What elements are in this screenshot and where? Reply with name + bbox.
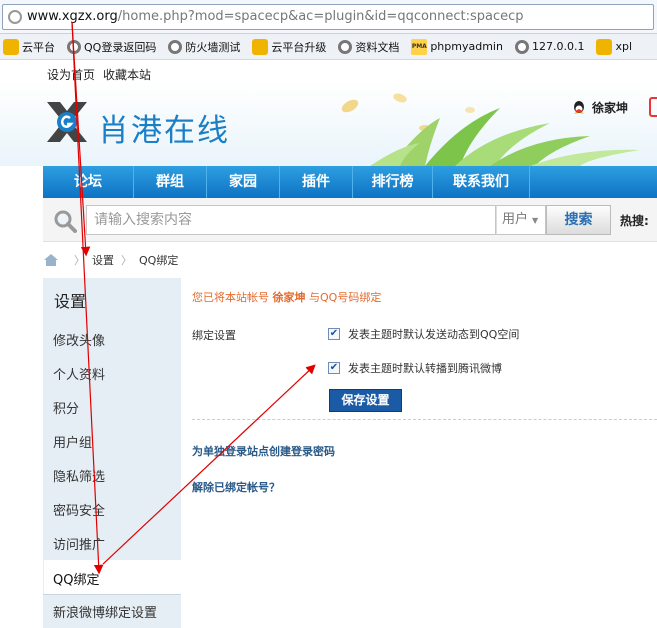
- bookmark-item[interactable]: QQ登录返回码: [67, 39, 156, 55]
- url-domain: www.xgzx.org: [27, 9, 118, 24]
- bookmark-item[interactable]: 云平台升级: [252, 38, 327, 55]
- bookmark-item[interactable]: 127.0.0.1: [514, 39, 585, 54]
- bind-prefix: 您已将本站帐号: [192, 291, 269, 304]
- globe-icon: [514, 39, 529, 54]
- folder-icon: [252, 38, 269, 55]
- nav-item-groups[interactable]: 群组: [134, 166, 207, 198]
- search-type-value: 用户: [502, 212, 529, 227]
- sidebar-item-privacy[interactable]: 隐私筛选: [53, 466, 105, 485]
- url-field[interactable]: www.xgzx.org/home.php?mod=spacecp&ac=plu…: [2, 4, 654, 30]
- breadcrumb-settings[interactable]: 设置: [92, 252, 114, 268]
- bookmark-site-link[interactable]: 收藏本站: [103, 68, 151, 82]
- qzone-checkbox[interactable]: ✔: [328, 328, 340, 340]
- folder-icon: [596, 38, 613, 55]
- globe-icon: [67, 39, 81, 54]
- url-path: /home.php?mod=spacecp&ac=plugin&id=qqcon…: [117, 9, 524, 24]
- breadcrumb: 〉 设置 〉 QQ绑定: [43, 250, 178, 270]
- main-nav: 论坛 群组 家园 插件 排行榜 联系我们: [43, 166, 657, 198]
- notification-icon[interactable]: [649, 97, 657, 117]
- bookmark-item[interactable]: PMA phpmyadmin: [411, 38, 503, 55]
- globe-icon: [338, 39, 353, 54]
- search-button[interactable]: 搜索: [546, 205, 611, 235]
- top-links: 设为首页 收藏本站: [47, 66, 159, 83]
- bookmarks-bar: 云平台 QQ登录返回码 防火墙测试 云平台升级 资料文档 PMA phpmyadm…: [0, 34, 657, 60]
- sidebar-item-promotion[interactable]: 访问推广: [53, 534, 105, 553]
- hot-search-label: 热搜:: [620, 214, 649, 228]
- qzone-checkbox-label: 发表主题时默认发送动态到QQ空间: [348, 328, 520, 341]
- qq-penguin-icon: [574, 101, 584, 114]
- bookmark-item[interactable]: xpl: [596, 38, 633, 55]
- breadcrumb-separator-icon: 〉: [74, 254, 85, 267]
- sidebar-title: 设置: [54, 292, 87, 311]
- home-icon[interactable]: [43, 254, 59, 266]
- logo-icon: [47, 102, 87, 142]
- breadcrumb-separator-icon: 〉: [121, 254, 132, 267]
- bookmark-item[interactable]: 资料文档: [338, 39, 399, 55]
- url-text: www.xgzx.org/home.php?mod=spacecp&ac=plu…: [27, 9, 524, 24]
- weibo-checkbox-label: 发表主题时默认转播到腾讯微博: [348, 362, 502, 375]
- search-input[interactable]: 请输入搜索内容: [86, 205, 496, 235]
- bind-settings-label: 绑定设置: [192, 329, 236, 342]
- save-settings-button[interactable]: 保存设置: [329, 389, 402, 412]
- bind-status-text: 您已将本站帐号 徐家坤 与QQ号码绑定: [192, 289, 381, 305]
- bind-suffix: 与QQ号码绑定: [309, 291, 382, 304]
- nav-item-home[interactable]: 家园: [207, 166, 280, 198]
- content-divider: [192, 419, 657, 420]
- nav-item-plugins[interactable]: 插件: [280, 166, 353, 198]
- create-password-link[interactable]: 为单独登录站点创建登录密码: [192, 443, 335, 459]
- sidebar-item-sina-weibo[interactable]: 新浪微博绑定设置: [53, 602, 157, 621]
- bookmark-item[interactable]: 云平台: [3, 38, 55, 55]
- bookmark-label: xpl: [615, 40, 633, 53]
- globe-icon: [168, 39, 183, 54]
- sidebar-item-avatar[interactable]: 修改头像: [53, 330, 105, 349]
- nav-item-contact[interactable]: 联系我们: [433, 166, 530, 198]
- user-name[interactable]: 徐家坤: [592, 99, 628, 116]
- sidebar-item-credits[interactable]: 积分: [53, 398, 79, 417]
- bookmark-label: phpmyadmin: [430, 40, 503, 53]
- bookmark-label: 127.0.0.1: [531, 40, 585, 53]
- bookmark-label: QQ登录返回码: [84, 40, 157, 54]
- bind-username: 徐家坤: [272, 291, 306, 304]
- sidebar-item-qq-bind[interactable]: QQ绑定: [53, 569, 99, 588]
- bookmark-item[interactable]: 防火墙测试: [168, 39, 240, 55]
- unbind-account-link[interactable]: 解除已绑定帐号？: [192, 479, 280, 495]
- chevron-down-icon: ▼: [532, 216, 539, 225]
- nav-item-forum[interactable]: 论坛: [43, 166, 134, 198]
- sidebar-item-profile[interactable]: 个人资料: [53, 364, 105, 383]
- sidebar-item-usergroup[interactable]: 用户组: [53, 432, 92, 451]
- sidebar-item-password[interactable]: 密码安全: [53, 500, 105, 519]
- set-homepage-link[interactable]: 设为首页: [47, 68, 95, 82]
- nav-item-ranking[interactable]: 排行榜: [353, 166, 433, 198]
- bookmark-label: 防火墙测试: [185, 40, 241, 54]
- page-icon: [8, 10, 22, 24]
- bookmark-label: 云平台升级: [271, 40, 327, 54]
- bookmark-label: 云平台: [22, 40, 55, 54]
- logo-text[interactable]: 肖港在线: [98, 105, 230, 150]
- folder-icon: [3, 38, 19, 55]
- search-icon: [54, 210, 77, 233]
- search-type-select[interactable]: 用户 ▼: [496, 205, 546, 235]
- bookmark-label: 资料文档: [355, 40, 400, 54]
- weibo-checkbox[interactable]: ✔: [328, 362, 340, 374]
- pma-icon: PMA: [411, 38, 428, 55]
- breadcrumb-qq-bind: QQ绑定: [139, 254, 179, 267]
